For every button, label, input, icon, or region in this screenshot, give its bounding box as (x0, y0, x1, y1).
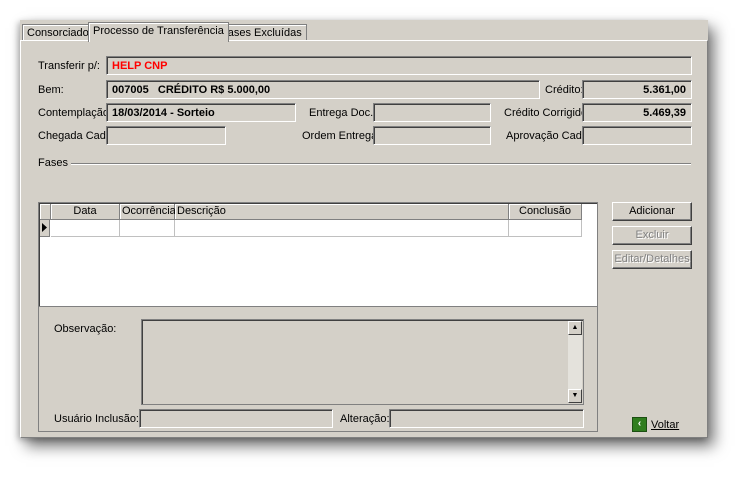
contemplacao-label: Contemplação: (38, 107, 112, 119)
bem-label: Bem: (38, 84, 64, 96)
column-header-data[interactable]: Data (51, 204, 120, 220)
back-arrow-icon: ‹ (632, 417, 647, 432)
aprovacao-cad-label: Aprovação Cad.: (506, 130, 588, 142)
tab-consorciado[interactable]: Consorciado (22, 24, 94, 41)
editar-detalhes-button[interactable]: Editar/Detalhes (612, 250, 692, 269)
credito-corrigido-field[interactable]: 5.469,39 (582, 103, 692, 122)
ordem-entrega-label: Ordem Entrega: (302, 130, 381, 142)
arrow-down-icon[interactable]: ▼ (568, 389, 582, 403)
transferir-field[interactable]: HELP CNP (106, 56, 692, 75)
column-header-descricao[interactable]: Descrição (175, 204, 509, 220)
excluir-button[interactable]: Excluir (612, 226, 692, 245)
entrega-doc-label: Entrega Doc.: (309, 107, 377, 119)
observacao-memo[interactable]: ▲ ▼ (141, 319, 584, 405)
alteracao-field[interactable] (389, 409, 584, 428)
usuario-inclusao-field[interactable] (139, 409, 333, 428)
chegada-cad-label: Chegada Cad. (38, 130, 109, 142)
memo-scrollbar[interactable]: ▲ ▼ (568, 321, 582, 403)
voltar-label: Voltar (651, 418, 680, 431)
grid-corner-header (40, 204, 51, 220)
triangle-right-icon (42, 223, 47, 232)
bem-field[interactable]: 007005 CRÉDITO R$ 5.000,00 (106, 80, 540, 99)
column-header-conclusao[interactable]: Conclusão (509, 204, 582, 220)
observacao-label: Observação: (54, 323, 117, 335)
tab-fases-excluidas[interactable]: Fases Excluídas (216, 24, 307, 41)
table-cell-conclusao[interactable] (509, 220, 582, 237)
fases-grid[interactable]: Data Ocorrência Descrição Conclusão (38, 202, 598, 307)
alteracao-label: Alteração: (340, 413, 390, 425)
credito-field[interactable]: 5.361,00 (582, 80, 692, 99)
fases-group-divider (71, 163, 691, 165)
table-cell-ocorrencia[interactable] (120, 220, 175, 237)
row-indicator (40, 220, 50, 237)
table-cell-descricao[interactable] (175, 220, 509, 237)
ordem-entrega-field[interactable] (373, 126, 491, 145)
tab-processo-transferencia[interactable]: Processo de Transferência (88, 22, 229, 42)
aprovacao-cad-field[interactable] (582, 126, 692, 145)
tab-strip: Consorciado Processo de Transferência Fa… (20, 22, 708, 42)
voltar-button[interactable]: ‹ Voltar (632, 417, 679, 433)
credito-label: Crédito: (545, 84, 584, 96)
column-header-ocorrencia[interactable]: Ocorrência (120, 204, 176, 220)
transferir-label: Transferir p/: (38, 60, 100, 72)
contemplacao-field[interactable]: 18/03/2014 - Sorteio (106, 103, 296, 122)
dialog-window: Consorciado Processo de Transferência Fa… (20, 20, 708, 438)
entrega-doc-field[interactable] (373, 103, 491, 122)
table-cell-data[interactable] (51, 220, 120, 237)
usuario-inclusao-label: Usuário Inclusão: (54, 413, 139, 425)
fases-group-label: Fases (38, 157, 68, 169)
tab-panel: Transferir p/: HELP CNP Bem: 007005 CRÉD… (20, 40, 708, 438)
adicionar-button[interactable]: Adicionar (612, 202, 692, 221)
credito-corrigido-label: Crédito Corrigido: (504, 107, 591, 119)
arrow-up-icon[interactable]: ▲ (568, 321, 582, 335)
chegada-cad-field[interactable] (106, 126, 226, 145)
